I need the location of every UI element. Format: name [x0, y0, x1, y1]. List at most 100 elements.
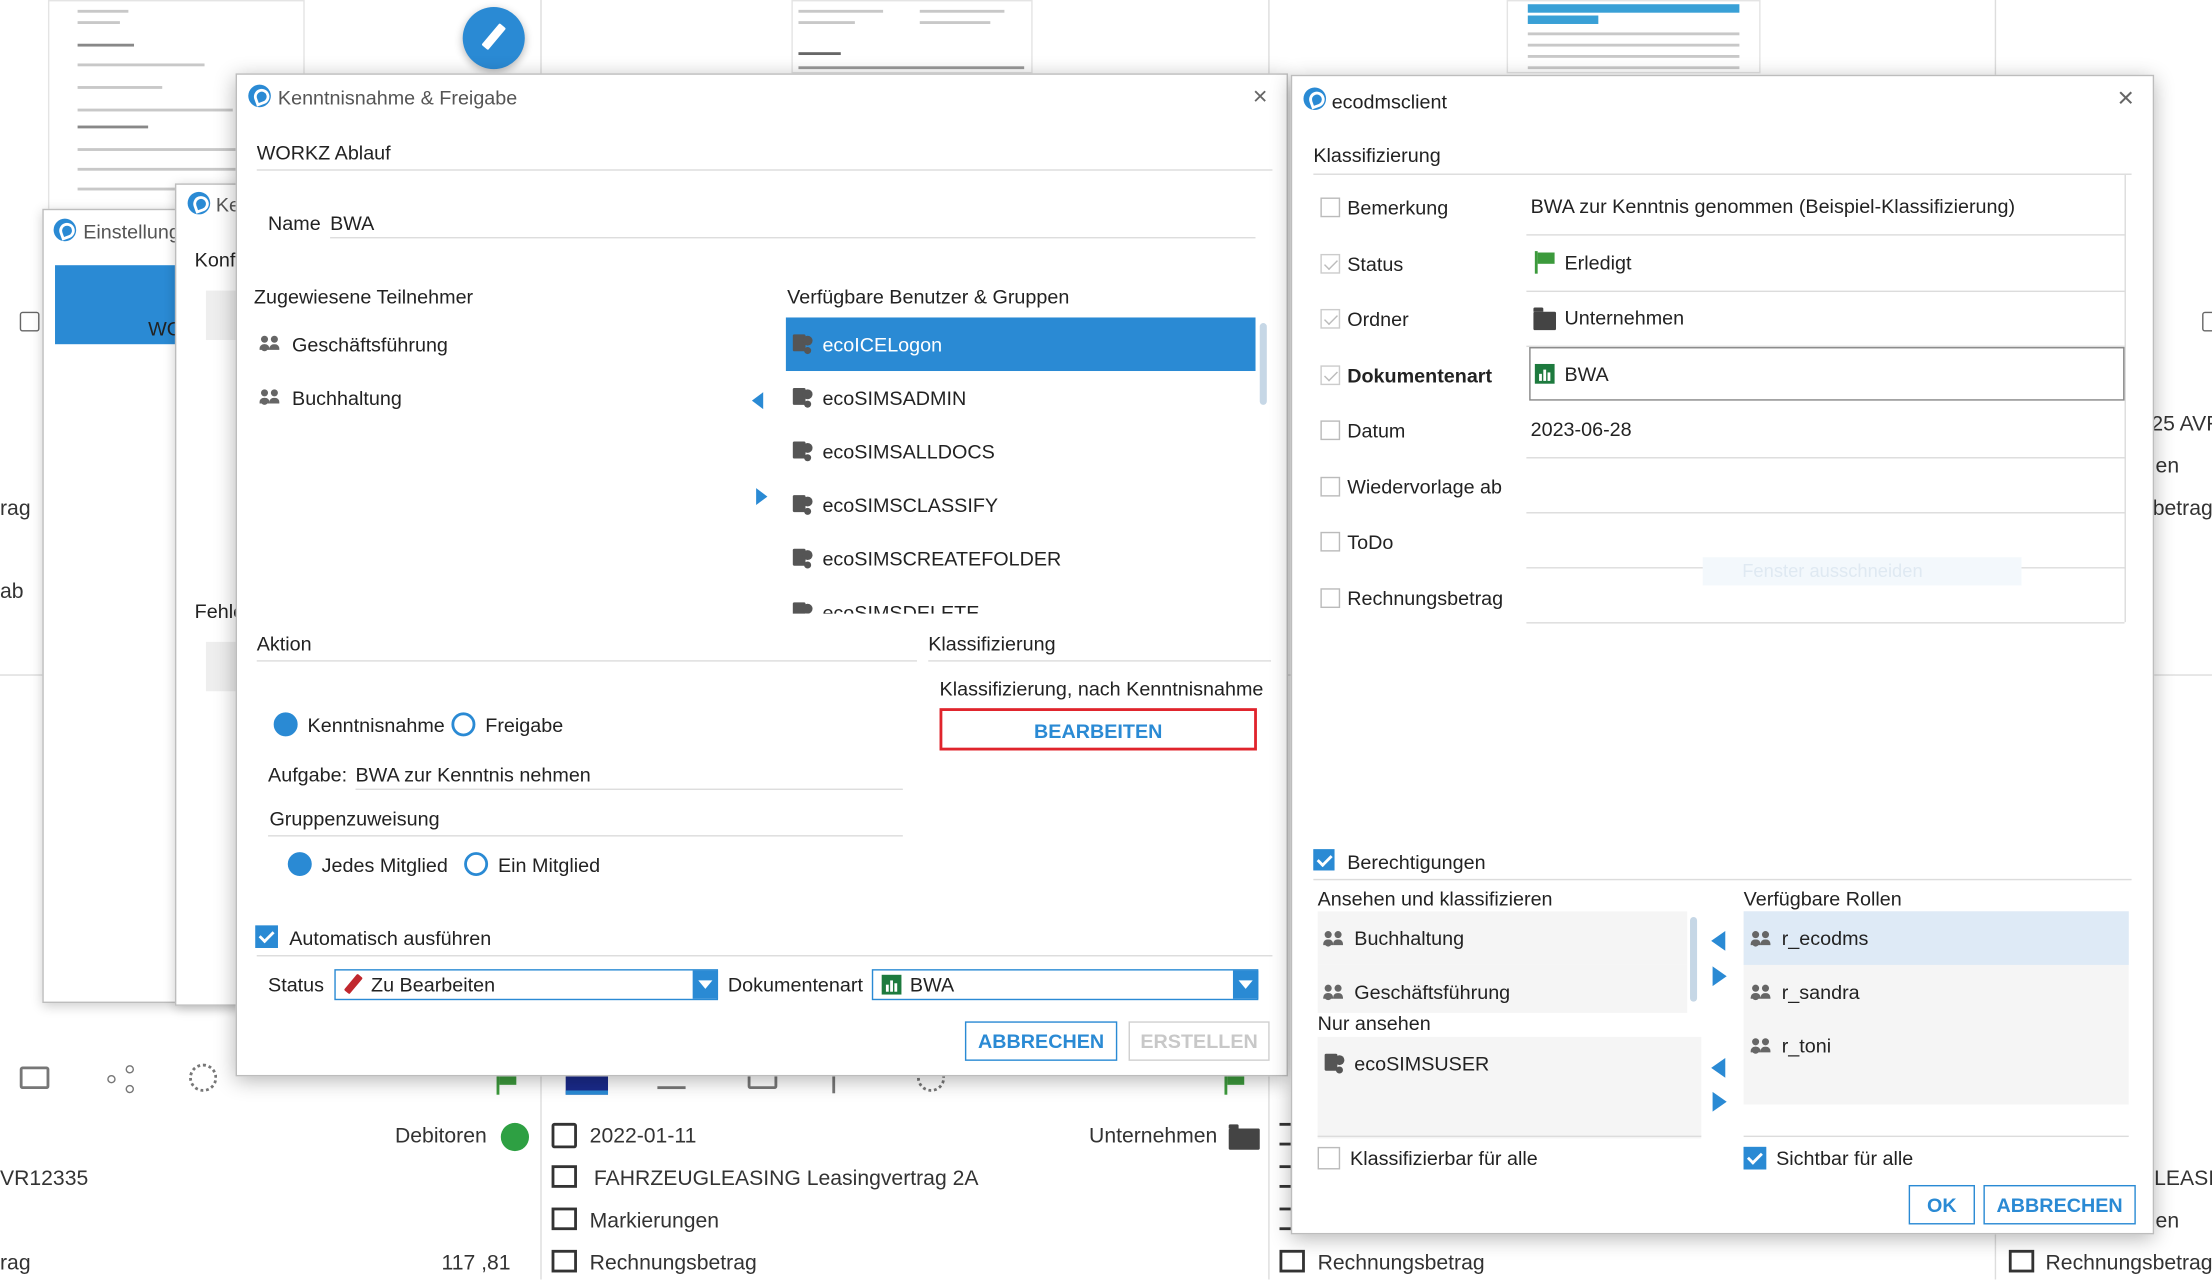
people-icon	[1323, 931, 1344, 946]
move-right-arrow-icon[interactable]	[1712, 1091, 1727, 1112]
status-dropdown[interactable]: Zu Bearbeiten	[334, 969, 719, 1001]
task-field[interactable]	[355, 758, 903, 790]
history-icon[interactable]	[189, 1063, 218, 1092]
kenntnisnahme-label[interactable]: Kenntnisnahme	[308, 714, 445, 737]
list-item[interactable]: ecoSIMSCLASSIFY	[786, 478, 1256, 532]
field-checkbox[interactable]	[1320, 476, 1341, 497]
roles-list[interactable]: r_ecodms r_sandra r_toni	[1743, 911, 2129, 1105]
ein-mitglied-label[interactable]: Ein Mitglied	[498, 853, 600, 876]
field-checkbox[interactable]	[1320, 420, 1341, 441]
field-checkbox[interactable]	[1320, 365, 1341, 386]
status-label: Status	[268, 973, 325, 996]
auto-execute-checkbox[interactable]	[255, 925, 278, 948]
pencil-icon	[481, 23, 507, 51]
doctype-field-box[interactable]	[1529, 347, 2125, 401]
field-value[interactable]: Erledigt	[1564, 251, 1631, 274]
list-item-label: ecoSIMSALLDOCS	[822, 440, 995, 463]
list-item-label: Geschäftsführung	[1354, 980, 1511, 1004]
move-left-arrow-icon[interactable]	[1711, 1058, 1726, 1078]
status-value: Zu Bearbeiten	[371, 973, 496, 996]
list-item[interactable]: ecoSIMSDELETE	[786, 585, 1256, 614]
list-item[interactable]: r_sandra	[1744, 965, 2129, 1019]
field-label: Status	[1347, 252, 1404, 276]
list-item-selected[interactable]: ecoICELogon	[785, 317, 1256, 372]
list-item[interactable]: Geschäftsführung	[1317, 964, 1688, 1013]
field-value[interactable]: BWA zur Kenntnis genommen (Beispiel-Klas…	[1531, 195, 2015, 218]
list-item[interactable]: ecoSIMSALLDOCS	[786, 425, 1256, 479]
bg-ref: VR12335	[0, 1166, 89, 1191]
list-item[interactable]: r_toni	[1744, 1019, 2129, 1073]
jedes-mitglied-label[interactable]: Jedes Mitglied	[322, 853, 448, 876]
freigabe-radio[interactable]	[451, 712, 476, 737]
cancel-button[interactable]: ABBRECHEN	[1983, 1184, 2136, 1225]
ghost-tooltip: Fenster ausschneiden	[1702, 557, 2022, 586]
visible-all-checkbox[interactable]	[1743, 1146, 1767, 1170]
scrollbar-thumb[interactable]	[1690, 916, 1698, 1002]
doctype-label: Dokumentenart	[727, 973, 863, 996]
create-button[interactable]: ERSTELLEN	[1128, 1021, 1270, 1061]
move-left-arrow-icon[interactable]	[751, 392, 764, 410]
chart-icon	[1534, 363, 1555, 384]
move-right-arrow-icon[interactable]	[1712, 966, 1727, 987]
available-list[interactable]: ecoICELogon ecoSIMSADMIN ecoSIMSALLDOCS …	[785, 317, 1271, 614]
tag-icon[interactable]	[19, 1066, 50, 1090]
list-item[interactable]: ecoSIMSCREATEFOLDER	[786, 532, 1256, 586]
move-right-arrow-icon[interactable]	[756, 488, 768, 506]
field-checkbox[interactable]	[1320, 253, 1341, 274]
field-value[interactable]: Unternehmen	[1564, 306, 1684, 329]
field-label: Wiedervorlage ab	[1347, 475, 1503, 498]
bg-text: en	[2155, 1208, 2180, 1233]
document-thumbnail[interactable]	[791, 0, 1033, 74]
ok-button[interactable]: OK	[1908, 1184, 1975, 1225]
field-value[interactable]: 2023-06-28	[1531, 418, 1632, 441]
permissions-label[interactable]: Berechtigungen	[1347, 851, 1485, 874]
field-label: Rechnungsbetrag	[1347, 586, 1504, 610]
view-classify-list[interactable]: Buchhaltung Geschäftsführung	[1317, 911, 1702, 1013]
user-group-icon	[791, 387, 814, 410]
freigabe-label[interactable]: Freigabe	[485, 714, 563, 737]
scrollbar-thumb[interactable]	[1259, 323, 1267, 405]
kenntnisnahme-radio[interactable]	[273, 712, 298, 737]
permissions-checkbox[interactable]	[1313, 849, 1335, 871]
list-item-label: r_ecodms	[1781, 926, 1869, 950]
bg-text: en	[2155, 454, 2180, 479]
bg-folder-label: Unternehmen	[1089, 1124, 1218, 1149]
list-item[interactable]: ecoSIMSUSER	[1318, 1037, 1702, 1091]
field-checkbox[interactable]	[1320, 197, 1341, 218]
chevron-down-icon	[692, 970, 719, 999]
classifiable-all-checkbox[interactable]	[1317, 1146, 1341, 1170]
select-checkbox-icon[interactable]	[2202, 311, 2212, 332]
field-checkbox[interactable]	[1320, 531, 1341, 552]
field-checkbox[interactable]	[1320, 588, 1341, 609]
app-logo-icon	[248, 84, 271, 108]
ein-mitglied-radio[interactable]	[464, 852, 489, 877]
field-checkbox[interactable]	[1320, 308, 1341, 329]
select-checkbox-icon[interactable]	[19, 311, 40, 332]
view-only-list[interactable]: ecoSIMSUSER	[1317, 1036, 1702, 1139]
edit-classification-button[interactable]: BEARBEITEN	[939, 708, 1257, 751]
share-icon[interactable]	[107, 1065, 135, 1094]
list-item-selected[interactable]: r_ecodms	[1743, 911, 2129, 965]
list-item-label: ecoSIMSUSER	[1354, 1052, 1490, 1075]
bg-field: Rechnungsbetrag	[589, 1251, 757, 1276]
user-group-icon	[791, 601, 814, 614]
list-item[interactable]: Geschäftsführung	[257, 323, 737, 365]
list-item[interactable]: Buchhaltung	[1317, 911, 1688, 965]
close-icon[interactable]: ×	[2117, 85, 2133, 113]
list-item[interactable]: Buchhaltung	[257, 377, 737, 419]
list-item[interactable]: ecoSIMSADMIN	[786, 371, 1256, 425]
note-icon	[551, 1165, 577, 1188]
name-field[interactable]	[330, 207, 1256, 239]
auto-execute-label[interactable]: Automatisch ausführen	[289, 927, 491, 950]
close-icon[interactable]: ×	[1253, 83, 1268, 108]
jedes-mitglied-radio[interactable]	[287, 852, 312, 877]
bg-text: ab	[0, 579, 24, 604]
doctype-dropdown[interactable]: BWA	[871, 969, 1259, 1001]
visible-all-label[interactable]: Sichtbar für alle	[1776, 1147, 1913, 1170]
edit-fab-button[interactable]	[462, 7, 525, 70]
cancel-button[interactable]: ABBRECHEN	[964, 1021, 1118, 1061]
list-item-label: r_sandra	[1781, 980, 1860, 1004]
classifiable-all-label[interactable]: Klassifizierbar für alle	[1350, 1147, 1538, 1170]
document-thumbnail[interactable]	[1506, 0, 1761, 74]
move-left-arrow-icon[interactable]	[1711, 931, 1726, 951]
